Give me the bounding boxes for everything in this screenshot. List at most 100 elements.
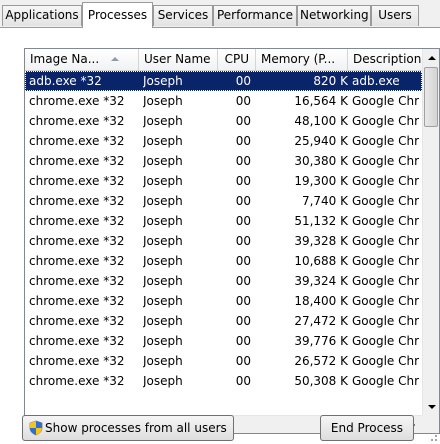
cell-image-name: chrome.exe *32	[29, 354, 125, 368]
cell-memory: 30,380 K	[294, 154, 348, 168]
table-row[interactable]: chrome.exe *32 Joseph 00 30,380 K Google Chr	[25, 151, 422, 171]
cell-image-name: chrome.exe *32	[29, 274, 125, 288]
tab-applications[interactable]: Applications	[2, 5, 82, 26]
cell-description: Google Chr	[352, 314, 420, 328]
end-process-label: End Process	[330, 421, 404, 435]
column-header-memory[interactable]: Memory (P...	[256, 49, 348, 70]
show-all-users-button[interactable]: Show processes from all users	[22, 415, 234, 441]
tab-services[interactable]: Services	[153, 5, 213, 26]
cell-image-name: chrome.exe *32	[29, 114, 125, 128]
table-row[interactable]: chrome.exe *32 Joseph 00 51,132 K Google Chr	[25, 211, 422, 231]
table-row[interactable]: chrome.exe *32 Joseph 00 48,100 K Google Chr	[25, 111, 422, 131]
cell-user-name: Joseph	[143, 274, 183, 288]
cell-memory: 18,400 K	[294, 294, 348, 308]
sort-ascending-icon	[111, 57, 119, 61]
end-process-button[interactable]: End Process	[320, 415, 414, 441]
process-rows: adb.exe *32 Joseph 00 820 K adb.exe chrome.ex…	[25, 71, 422, 391]
cell-cpu: 00	[235, 354, 251, 368]
cell-description: Google Chr	[352, 354, 420, 368]
cell-user-name: Joseph	[143, 174, 183, 188]
column-header-cpu-label: CPU	[224, 52, 249, 66]
cell-image-name: chrome.exe *32	[29, 154, 125, 168]
vertical-scroll-thumb[interactable]	[424, 67, 438, 127]
tab-processes[interactable]: Processes	[82, 2, 153, 28]
table-row[interactable]: chrome.exe *32 Joseph 00 18,400 K Google Chr	[25, 291, 422, 311]
cell-memory: 10,688 K	[294, 254, 348, 268]
cell-memory: 820 K	[313, 74, 348, 88]
table-row[interactable]: chrome.exe *32 Joseph 00 26,572 K Google Chr	[25, 351, 422, 371]
cell-memory: 16,564 K	[294, 94, 348, 108]
table-row[interactable]: chrome.exe *32 Joseph 00 16,564 K Google Chr	[25, 91, 422, 111]
cell-memory: 39,328 K	[294, 234, 348, 248]
scrollbar-corner	[422, 415, 439, 433]
cell-description: Google Chr	[352, 194, 420, 208]
tab-networking[interactable]: Networking	[297, 5, 371, 26]
cell-user-name: Joseph	[143, 314, 183, 328]
cell-user-name: Joseph	[143, 254, 183, 268]
cell-image-name: chrome.exe *32	[29, 374, 125, 388]
cell-user-name: Joseph	[143, 114, 183, 128]
table-row[interactable]: chrome.exe *32 Joseph 00 19,300 K Google Chr	[25, 171, 422, 191]
tab-processes-label: Processes	[87, 8, 148, 22]
table-row[interactable]: chrome.exe *32 Joseph 00 25,940 K Google Chr	[25, 131, 422, 151]
cell-image-name: chrome.exe *32	[29, 254, 125, 268]
cell-cpu: 00	[235, 334, 251, 348]
cell-user-name: Joseph	[143, 154, 183, 168]
cell-image-name: chrome.exe *32	[29, 314, 125, 328]
cell-cpu: 00	[235, 234, 251, 248]
table-row[interactable]: chrome.exe *32 Joseph 00 39,776 K Google Chr	[25, 331, 422, 351]
column-header-user-name[interactable]: User Name	[139, 49, 218, 70]
cell-cpu: 00	[235, 294, 251, 308]
cell-description: Google Chr	[352, 174, 420, 188]
cell-memory: 50,308 K	[294, 374, 348, 388]
table-row[interactable]: chrome.exe *32 Joseph 00 27,472 K Google Chr	[25, 311, 422, 331]
cell-description: Google Chr	[352, 294, 420, 308]
cell-cpu: 00	[235, 254, 251, 268]
table-row[interactable]: chrome.exe *32 Joseph 00 39,328 K Google Chr	[25, 231, 422, 251]
column-header-image-name[interactable]: Image Na...	[25, 49, 139, 70]
resize-grip-icon[interactable]	[428, 432, 438, 442]
arrow-down-icon	[427, 404, 436, 409]
column-header-memory-label: Memory (P...	[261, 52, 336, 66]
process-list[interactable]: Image Na... User Name CPU Memory (P... D…	[24, 48, 440, 434]
arrow-up-icon	[427, 55, 436, 60]
cell-description: Google Chr	[352, 214, 420, 228]
column-header-cpu[interactable]: CPU	[218, 49, 256, 70]
cell-cpu: 00	[235, 114, 251, 128]
cell-image-name: chrome.exe *32	[29, 94, 125, 108]
cell-cpu: 00	[235, 94, 251, 108]
vertical-scrollbar[interactable]	[422, 49, 439, 415]
table-row[interactable]: adb.exe *32 Joseph 00 820 K adb.exe	[25, 71, 422, 91]
cell-cpu: 00	[235, 194, 251, 208]
tab-performance[interactable]: Performance	[213, 5, 297, 26]
cell-user-name: Joseph	[143, 334, 183, 348]
cell-memory: 19,300 K	[294, 174, 348, 188]
show-all-users-label: Show processes from all users	[45, 421, 227, 435]
cell-description: Google Chr	[352, 114, 420, 128]
scroll-down-button[interactable]	[423, 398, 439, 415]
table-row[interactable]: chrome.exe *32 Joseph 00 50,308 K Google Chr	[25, 371, 422, 391]
cell-description: Google Chr	[352, 334, 420, 348]
column-header-description[interactable]: Description	[348, 49, 422, 70]
cell-user-name: Joseph	[143, 234, 183, 248]
tab-users[interactable]: Users	[371, 5, 419, 26]
cell-image-name: chrome.exe *32	[29, 194, 125, 208]
table-row[interactable]: chrome.exe *32 Joseph 00 39,324 K Google Chr	[25, 271, 422, 291]
cell-cpu: 00	[235, 154, 251, 168]
tab-users-label: Users	[378, 8, 412, 22]
cell-cpu: 00	[235, 314, 251, 328]
column-header-image-name-label: Image Na...	[30, 52, 100, 66]
cell-user-name: Joseph	[143, 134, 183, 148]
cell-memory: 39,776 K	[294, 334, 348, 348]
cell-memory: 39,324 K	[294, 274, 348, 288]
cell-user-name: Joseph	[143, 74, 183, 88]
column-header-user-name-label: User Name	[144, 52, 211, 66]
scroll-up-button[interactable]	[423, 49, 439, 66]
cell-user-name: Joseph	[143, 94, 183, 108]
cell-memory: 26,572 K	[294, 354, 348, 368]
cell-memory: 27,472 K	[294, 314, 348, 328]
table-row[interactable]: chrome.exe *32 Joseph 00 7,740 K Google Chr	[25, 191, 422, 211]
tab-strip: Applications Processes Services Performa…	[0, 0, 440, 28]
cell-description: Google Chr	[352, 154, 420, 168]
table-row[interactable]: chrome.exe *32 Joseph 00 10,688 K Google Chr	[25, 251, 422, 271]
